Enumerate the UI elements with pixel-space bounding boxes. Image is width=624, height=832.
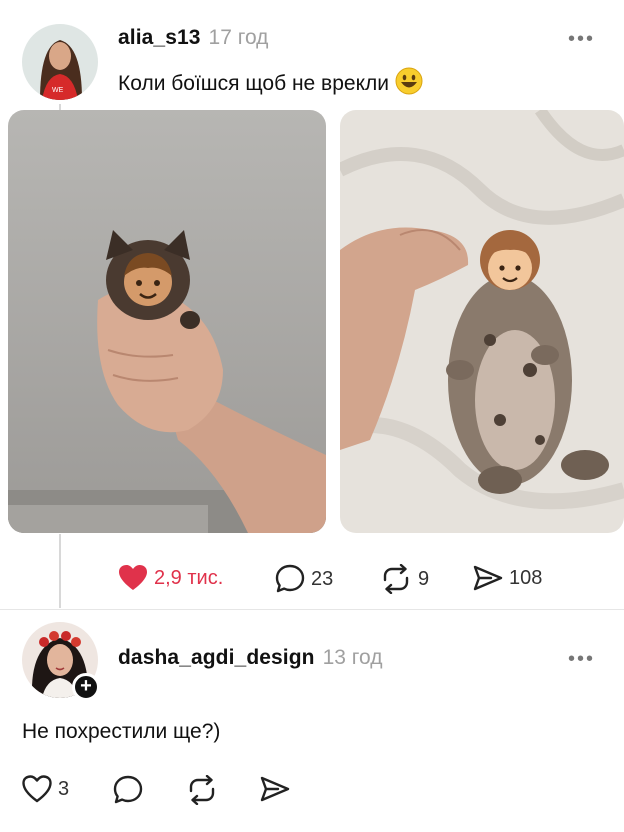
reply-share-button[interactable] xyxy=(260,775,290,803)
repost-icon xyxy=(383,564,409,594)
comment-count: 23 xyxy=(311,567,334,590)
like-button[interactable]: 2,9 тис. xyxy=(118,564,223,592)
share-icon xyxy=(260,776,290,802)
post-header: alia_s13 17 год xyxy=(118,26,268,50)
like-count: 2,9 тис. xyxy=(154,566,224,589)
comment-button[interactable]: 23 xyxy=(275,564,333,594)
post-timestamp: 17 год xyxy=(208,26,269,49)
post-username[interactable]: alia_s13 xyxy=(118,26,201,49)
reply-header: dasha_agdi_design 13 год xyxy=(118,646,382,670)
post-more-icon[interactable]: ••• xyxy=(568,28,595,51)
repost-icon xyxy=(189,775,215,805)
post-photo-1[interactable] xyxy=(8,110,326,533)
follow-plus-icon[interactable]: + xyxy=(72,673,100,701)
reply-repost-button[interactable] xyxy=(186,775,218,805)
post-caption-text: Коли боїшся щоб не врекли xyxy=(118,72,389,95)
thread-line xyxy=(59,534,61,608)
comment-icon xyxy=(275,564,305,593)
reply-timestamp: 13 год xyxy=(322,646,383,669)
avatar[interactable]: WE xyxy=(22,24,98,100)
comment-icon xyxy=(113,775,143,804)
reply-like-button[interactable]: 3 xyxy=(22,775,69,803)
heart-icon xyxy=(119,565,147,590)
share-icon xyxy=(473,565,503,591)
share-count: 108 xyxy=(509,566,543,589)
heart-icon xyxy=(22,775,52,803)
reply-more-icon[interactable]: ••• xyxy=(568,648,595,671)
reply-like-count: 3 xyxy=(58,777,70,800)
post-divider xyxy=(0,609,624,610)
reply-comment-button[interactable] xyxy=(113,775,143,805)
post-photo-2[interactable] xyxy=(340,110,624,533)
repost-count: 9 xyxy=(418,567,430,590)
reply-text: Не похрестили ще?) xyxy=(22,720,221,743)
svg-text:WE: WE xyxy=(52,87,64,94)
repost-button[interactable]: 9 xyxy=(380,564,429,594)
post-caption: Коли боїшся щоб не врекли xyxy=(118,67,423,101)
grinning-face-icon xyxy=(395,67,423,101)
reply-username[interactable]: dasha_agdi_design xyxy=(118,646,315,669)
share-button[interactable]: 108 xyxy=(473,564,542,592)
